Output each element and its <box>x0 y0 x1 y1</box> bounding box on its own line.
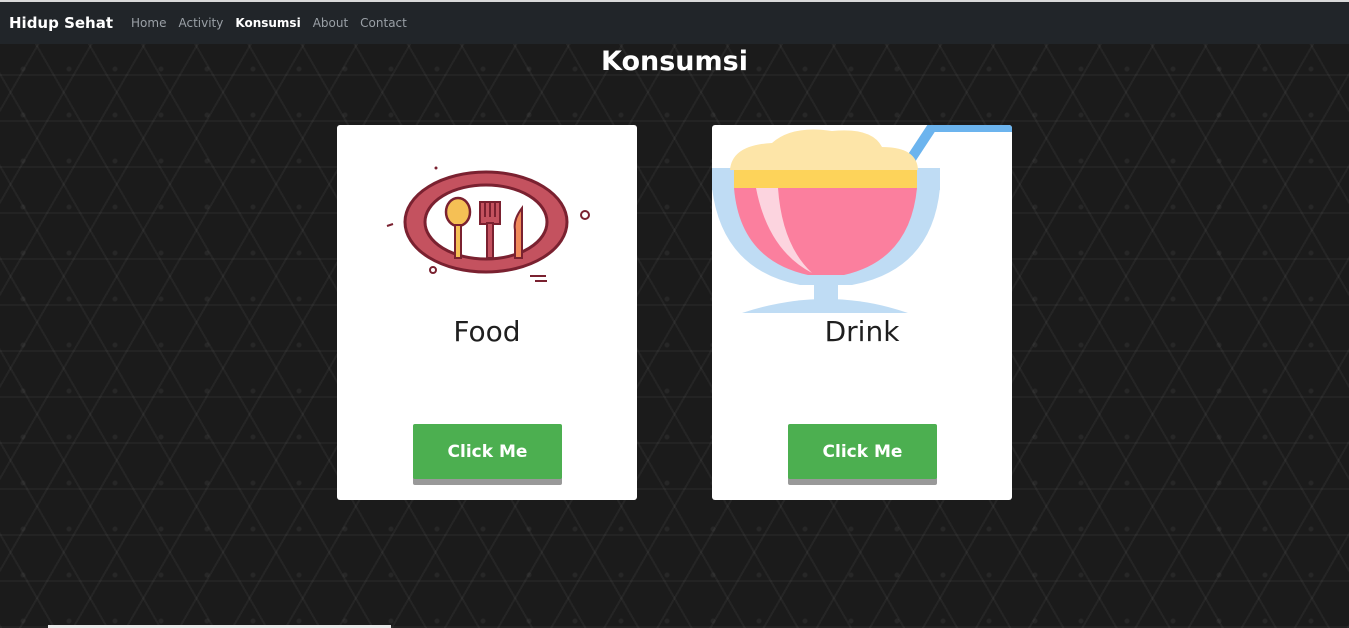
drink-click-button[interactable]: Click Me <box>788 424 937 479</box>
plate-with-cutlery-icon <box>386 166 590 282</box>
page-title: Konsumsi <box>601 46 748 77</box>
food-card-title: Food <box>453 315 521 348</box>
top-navbar: Hidup Sehat Home Activity Konsumsi About… <box>0 0 1349 44</box>
nav-about[interactable]: About <box>313 16 348 30</box>
nav-contact[interactable]: Contact <box>360 16 407 30</box>
nav-home[interactable]: Home <box>131 16 166 30</box>
nav-activity[interactable]: Activity <box>178 16 223 30</box>
brand-link[interactable]: Hidup Sehat <box>9 14 113 32</box>
milkshake-glass-icon <box>712 125 1012 313</box>
nav-konsumsi[interactable]: Konsumsi <box>235 16 300 30</box>
food-card: Food Click Me <box>337 125 637 500</box>
drink-card-title: Drink <box>824 315 900 348</box>
food-click-button[interactable]: Click Me <box>413 424 562 479</box>
drink-card: Drink Click Me <box>712 125 1012 500</box>
